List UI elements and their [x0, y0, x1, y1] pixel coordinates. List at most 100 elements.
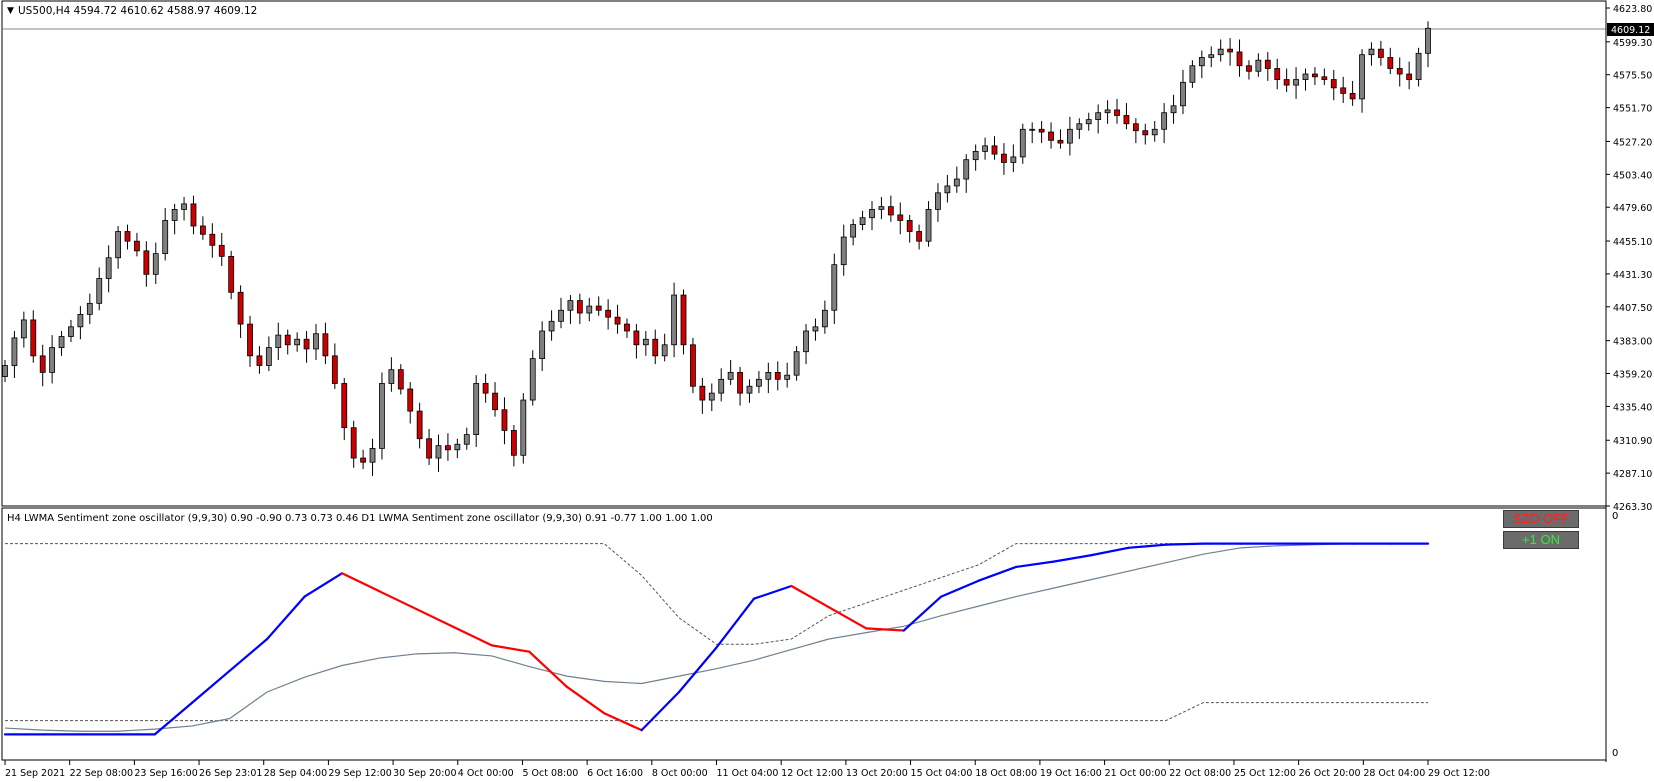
candle-body	[473, 383, 480, 435]
candle-body	[878, 206, 885, 210]
candle-body	[1057, 139, 1064, 144]
candle-body	[746, 385, 753, 394]
candle-body	[548, 320, 555, 332]
candle-body	[341, 383, 348, 429]
candle-body	[331, 355, 338, 384]
candle-body	[350, 427, 357, 459]
indicator-header: H4 LWMA Sentiment zone oscillator (9,9,3…	[7, 513, 713, 524]
candle-body	[1293, 79, 1299, 86]
candle-body	[284, 334, 291, 346]
candle-body	[774, 372, 781, 380]
price-tick-label: 4575.50	[1613, 71, 1652, 82]
candle-body	[737, 372, 743, 394]
time-tick-label: 29 Sep 12:00	[328, 768, 391, 779]
osc-scale-top: 0	[1612, 511, 1618, 522]
candle-body	[388, 369, 395, 384]
time-tick-label: 22 Oct 08:00	[1169, 768, 1231, 779]
time-tick-label: 5 Oct 08:00	[522, 768, 578, 779]
price-tick-label: 4527.20	[1613, 137, 1652, 148]
price-tick-label: 4359.20	[1613, 370, 1652, 381]
candle-body	[1001, 153, 1007, 163]
candle-body	[1246, 65, 1252, 72]
candle-body	[1095, 112, 1102, 121]
candle-body	[445, 445, 451, 451]
candle-body	[1415, 52, 1422, 80]
candle-body	[812, 326, 819, 332]
time-tick-label: 13 Oct 20:00	[846, 768, 908, 779]
chart-canvas[interactable]: ▼ US500,H4 4594.72 4610.62 4588.97 4609.…	[0, 0, 1654, 782]
candle-body	[190, 203, 197, 227]
candle-body	[1274, 68, 1281, 80]
time-tick-label: 22 Sep 08:00	[70, 768, 133, 779]
collapse-arrow-icon[interactable]: ▼	[7, 6, 14, 16]
candle-body	[256, 355, 263, 366]
candle-body	[124, 231, 131, 242]
candle-body	[1377, 48, 1384, 58]
price-tick-label: 4551.70	[1613, 104, 1652, 115]
candle-body	[567, 300, 574, 311]
candle-body	[1180, 81, 1186, 107]
indicator-panel[interactable]	[1, 507, 1607, 761]
candle-body	[492, 392, 498, 411]
candle-body	[294, 338, 301, 346]
time-tick-label: 21 Sep 2021	[5, 768, 65, 779]
candle-body	[680, 294, 687, 346]
price-panel[interactable]	[1, 0, 1607, 507]
time-tick-label: 15 Oct 04:00	[911, 768, 973, 779]
candle-body	[1312, 73, 1318, 78]
candle-body	[793, 351, 800, 376]
candle-body	[1368, 48, 1375, 56]
candle-body	[831, 264, 838, 311]
time-tick-label: 23 Sep 16:00	[134, 768, 197, 779]
time-tick-label: 28 Sep 04:00	[264, 768, 327, 779]
candle-body	[1161, 112, 1168, 130]
candle-body	[850, 224, 857, 238]
time-tick-label: 26 Oct 20:00	[1299, 768, 1361, 779]
candle-body	[115, 231, 121, 259]
time-tick-label: 29 Oct 12:00	[1428, 768, 1490, 779]
price-tick-label: 4335.40	[1613, 402, 1652, 413]
candle-body	[1349, 92, 1356, 100]
candle-body	[181, 203, 187, 210]
candle-body	[1029, 128, 1036, 131]
candle-body	[162, 220, 169, 255]
candle-body	[407, 388, 414, 412]
candle-body	[1114, 109, 1120, 116]
time-tick-label: 21 Oct 00:00	[1105, 768, 1167, 779]
candle-body	[96, 278, 103, 304]
candle-body	[1010, 156, 1017, 163]
szo-toggle-button[interactable]: SZO OFF	[1503, 510, 1579, 528]
candle-body	[661, 344, 668, 357]
candle-body	[237, 291, 244, 325]
candle-body	[906, 220, 913, 232]
time-tick-label: 12 Oct 12:00	[781, 768, 843, 779]
candle-body	[1142, 130, 1149, 136]
candle-body	[897, 214, 904, 221]
szo-segment	[1164, 542, 1205, 546]
candle-body	[953, 178, 960, 187]
plus1-toggle-button[interactable]: +1 ON	[1503, 531, 1579, 549]
candle-body	[982, 145, 988, 152]
candle-body	[1104, 109, 1111, 114]
price-tick-label: 4287.10	[1613, 469, 1652, 480]
candle-body	[265, 347, 272, 366]
price-tick-label: 4407.50	[1613, 303, 1652, 314]
candle-body	[435, 445, 442, 459]
candle-body	[1425, 27, 1431, 54]
candle-body	[1302, 73, 1309, 80]
candle-body	[1151, 128, 1158, 136]
candle-body	[379, 383, 385, 449]
candle-body	[765, 372, 772, 380]
candle-body	[756, 378, 762, 387]
candle-body	[134, 240, 140, 252]
price-tick-label: 4599.30	[1613, 38, 1652, 49]
candle-body	[58, 336, 65, 348]
candle-body	[49, 347, 56, 373]
price-tick-label: 4623.80	[1613, 4, 1652, 15]
candle-body	[520, 399, 527, 456]
candle-body	[840, 236, 847, 266]
candle-body	[614, 316, 621, 325]
candle-body	[218, 244, 225, 257]
candle-body	[463, 434, 470, 445]
candle-body	[859, 217, 866, 226]
